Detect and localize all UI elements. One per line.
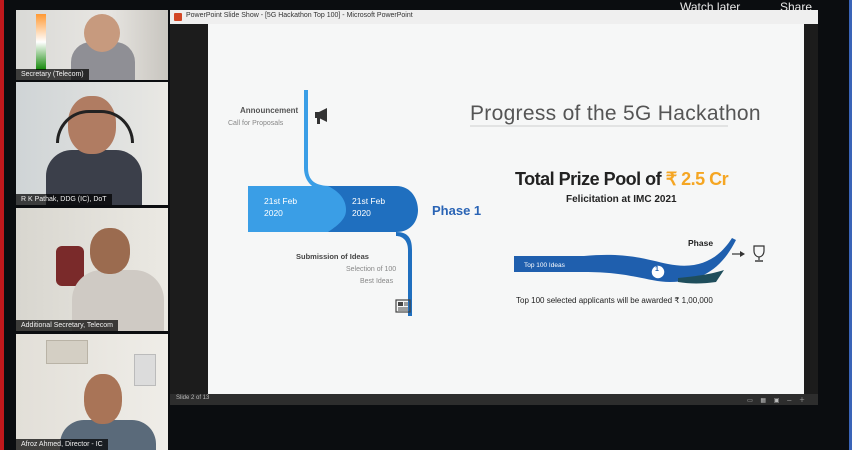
wall-switch: [134, 354, 156, 386]
participant-face: [90, 228, 130, 274]
selection-line-2: Best Ideas: [360, 278, 394, 285]
powerpoint-icon: [174, 13, 182, 21]
date-1: 21st Feb 2020: [264, 195, 297, 219]
prize-amount: ₹ 2.5 Cr: [665, 169, 729, 189]
participant-tile-2[interactable]: R K Pathak, DDG (IC), DoT: [16, 82, 168, 205]
participant-name-label: Additional Secretary, Telecom: [16, 320, 118, 331]
window-title: PowerPoint Slide Show - [5G Hackathon To…: [186, 12, 413, 19]
participant-tile-1[interactable]: Secretary (Telecom): [16, 10, 168, 80]
announcement-heading: Announcement: [240, 106, 299, 115]
felicitation-text: Felicitation at IMC 2021: [566, 194, 677, 205]
megaphone-icon: [315, 108, 327, 124]
slide-counter: Slide 2 of 13: [176, 395, 210, 401]
participant-tile-4[interactable]: Afroz Ahmed, Director - IC: [16, 334, 168, 450]
participant-tile-3[interactable]: Additional Secretary, Telecom: [16, 208, 168, 331]
status-bar: Slide 2 of 13 ▭ ▦ ▣ ─ ＋: [170, 394, 818, 405]
submission-heading: Submission of Ideas: [296, 252, 369, 261]
prize-prefix: Total Prize Pool of: [515, 169, 662, 189]
slide-title: Progress of the 5G Hackathon: [470, 102, 761, 125]
call-for-proposals-text: Call for Proposals: [228, 120, 284, 127]
view-controls-icon[interactable]: ▭ ▦ ▣ ─ ＋: [747, 395, 808, 404]
left-accent-strip: [0, 0, 4, 450]
date-banner-1: [248, 186, 348, 232]
prize-pool-heading: Total Prize Pool of ₹ 2.5 Cr: [515, 169, 729, 190]
slide[interactable]: Progress of the 5G Hackathon Announcemen…: [208, 24, 804, 394]
powerpoint-window: PowerPoint Slide Show - [5G Hackathon To…: [170, 10, 818, 405]
top100-label: Top 100 Ideas: [524, 262, 565, 269]
date-2-day: 21st Feb: [352, 196, 386, 206]
date-2-year: 2020: [352, 208, 371, 218]
trophy-icon: [753, 245, 765, 262]
participant-name-label: R K Pathak, DDG (IC), DoT: [16, 194, 112, 205]
award-text: Top 100 selected applicants will be awar…: [516, 296, 713, 305]
date-1-day: 21st Feb: [264, 196, 298, 206]
wall-frame: [46, 340, 88, 364]
selection-line-1: Selection of 100: [346, 266, 397, 273]
participant-name-label: Afroz Ahmed, Director - IC: [16, 439, 108, 450]
participant-face: [84, 14, 120, 52]
date-1-year: 2020: [264, 208, 283, 218]
phase-number: 1: [655, 266, 659, 273]
participant-face: [84, 374, 122, 424]
newspaper-icon: [395, 299, 411, 313]
timeline-ribbon-top: [304, 90, 332, 192]
phase-label: Phase: [688, 238, 714, 248]
slide-graphics: [248, 90, 765, 316]
flag: [36, 14, 46, 70]
date-2: 21st Feb 2020: [352, 195, 385, 219]
window-titlebar: PowerPoint Slide Show - [5G Hackathon To…: [170, 10, 818, 24]
phase-1-label: Phase 1: [432, 203, 482, 218]
participant-name-label: Secretary (Telecom): [16, 69, 89, 80]
